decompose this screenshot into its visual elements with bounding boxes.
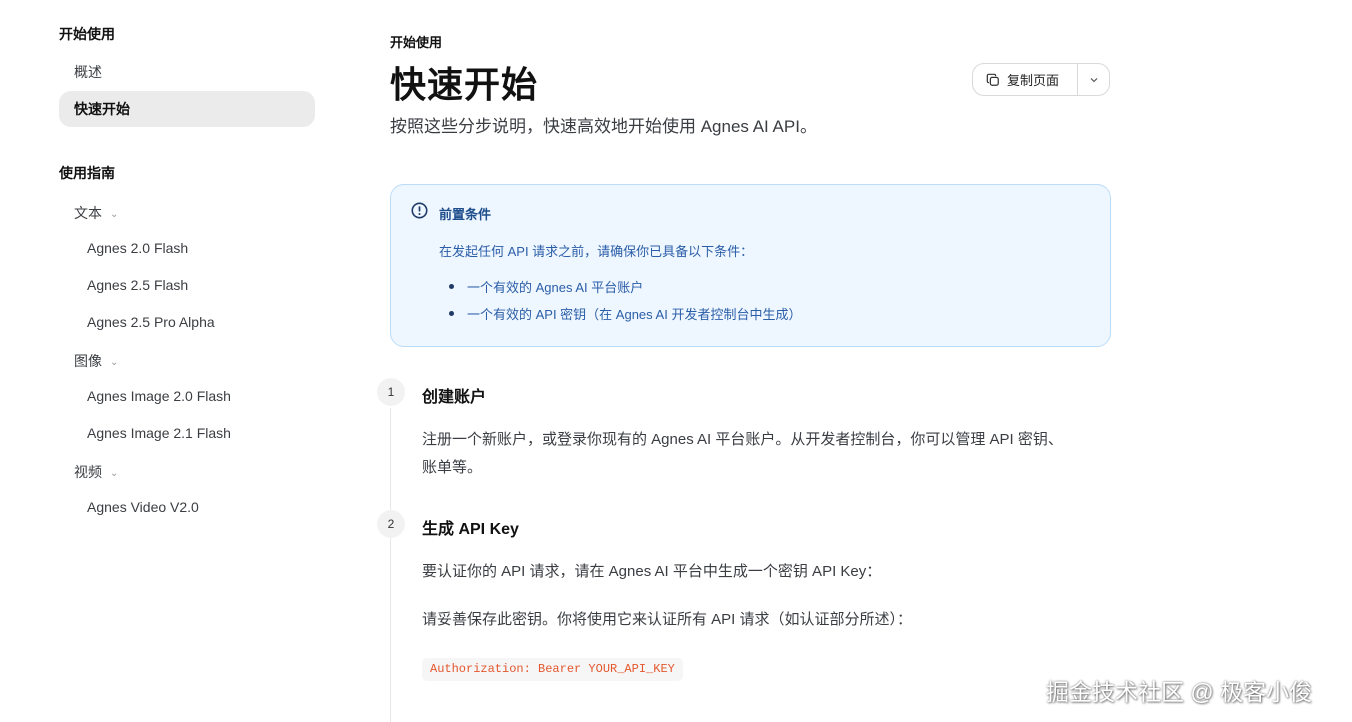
page-subtitle: 按照这些分步说明，快速高效地开始使用 Agnes AI API。 xyxy=(390,117,817,136)
step-paragraph: 请妥善保存此密钥。你将使用它来认证所有 API 请求（如认证部分所述）： xyxy=(422,611,913,628)
copy-options-dropdown[interactable] xyxy=(1078,64,1109,95)
copy-page-label: 复制页面 xyxy=(1007,73,1060,88)
prerequisites-callout: 前置条件 在发起任何 API 请求之前，请确保你已具备以下条件： 一个有效的 A… xyxy=(390,184,1111,347)
copy-page-button-group: 复制页面 xyxy=(972,63,1110,96)
sidebar-item-overview[interactable]: 概述 xyxy=(59,54,315,90)
copy-icon xyxy=(986,73,999,86)
chevron-down-icon: ⌄ xyxy=(110,468,119,479)
info-icon xyxy=(411,202,428,219)
sidebar-section-start: 开始使用 xyxy=(59,26,115,42)
step-number: 1 xyxy=(377,378,405,406)
callout-title: 前置条件 xyxy=(439,207,492,222)
page-title: 快速开始 xyxy=(390,64,539,105)
list-item: 一个有效的 API 密钥（在 Agnes AI 开发者控制台中生成） xyxy=(439,304,801,331)
code-snippet: Authorization: Bearer YOUR_API_KEY xyxy=(422,658,683,681)
watermark: 掘金技术社区 @ 极客小俊 xyxy=(1046,679,1313,705)
sidebar: 开始使用 概述 快速开始 使用指南 文本 ⌄ Agnes 2.0 Flash Ag… xyxy=(0,0,330,722)
sidebar-item-agnes-image-2-0-flash[interactable]: Agnes Image 2.0 Flash xyxy=(87,388,231,404)
chevron-down-icon: ⌄ xyxy=(110,357,119,368)
sidebar-item-quickstart[interactable]: 快速开始 xyxy=(59,91,315,127)
copy-page-button[interactable]: 复制页面 xyxy=(973,64,1077,95)
step-paragraph: 注册一个新账户，或登录你现有的 Agnes AI 平台账户。从开发者控制台，你可… xyxy=(422,431,1063,448)
sidebar-group-label: 图像 xyxy=(74,353,102,369)
sidebar-item-agnes-image-2-1-flash[interactable]: Agnes Image 2.1 Flash xyxy=(87,425,231,441)
sidebar-item-agnes-2-0-flash[interactable]: Agnes 2.0 Flash xyxy=(87,240,188,256)
step-title: 生成 API Key xyxy=(422,521,519,538)
list-item-text: 一个有效的 API 密钥（在 Agnes AI 开发者控制台中生成） xyxy=(467,307,802,322)
sidebar-group-label: 文本 xyxy=(74,205,102,221)
sidebar-group-text[interactable]: 文本 ⌄ xyxy=(74,203,118,223)
sidebar-section-guide: 使用指南 xyxy=(59,165,115,181)
sidebar-item-agnes-video-v2-0[interactable]: Agnes Video V2.0 xyxy=(87,499,199,515)
bullet xyxy=(449,284,454,289)
chevron-down-icon: ⌄ xyxy=(110,209,119,220)
step-paragraph: 要认证你的 API 请求，请在 Agnes AI 平台中生成一个密钥 API K… xyxy=(422,563,882,580)
step-paragraph: 账单等。 xyxy=(422,459,483,476)
callout-body: 在发起任何 API 请求之前，请确保你已具备以下条件： xyxy=(439,244,754,259)
chevron-down-icon xyxy=(1090,77,1097,82)
sidebar-item-agnes-2-5-pro-alpha[interactable]: Agnes 2.5 Pro Alpha xyxy=(87,314,215,330)
callout-list: 一个有效的 Agnes AI 平台账户 一个有效的 API 密钥（在 Agnes… xyxy=(439,277,801,331)
list-item-text: 一个有效的 Agnes AI 平台账户 xyxy=(467,280,644,295)
sidebar-group-image[interactable]: 图像 ⌄ xyxy=(74,351,118,371)
breadcrumb: 开始使用 xyxy=(390,35,443,50)
sidebar-group-video[interactable]: 视频 ⌄ xyxy=(74,462,118,482)
bullet xyxy=(449,311,454,316)
sidebar-item-agnes-2-5-flash[interactable]: Agnes 2.5 Flash xyxy=(87,277,188,293)
sidebar-group-label: 视频 xyxy=(74,464,102,480)
steps-connector-line xyxy=(390,408,391,722)
step-title: 创建账户 xyxy=(422,389,487,406)
list-item: 一个有效的 Agnes AI 平台账户 xyxy=(439,277,801,304)
step-number: 2 xyxy=(377,510,405,538)
